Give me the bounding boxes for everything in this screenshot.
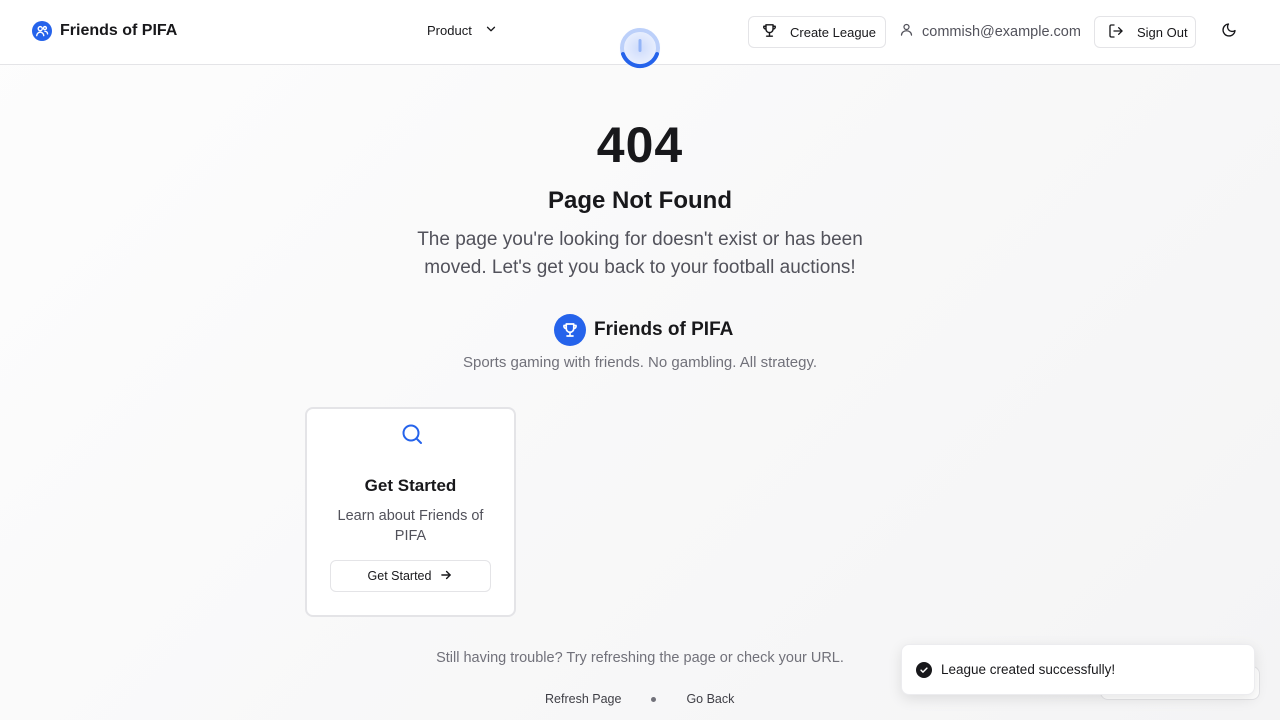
error-code: 404 bbox=[596, 117, 684, 173]
product-menu[interactable]: Product bbox=[427, 22, 498, 39]
success-toast[interactable]: League created successfully! bbox=[901, 644, 1255, 695]
brand-link[interactable]: Friends of PIFA bbox=[32, 21, 177, 41]
log-out-icon bbox=[1108, 23, 1124, 42]
moon-icon bbox=[1221, 22, 1237, 43]
create-league-label: Create League bbox=[790, 24, 877, 40]
users-icon bbox=[32, 21, 52, 41]
trophy-icon bbox=[761, 22, 778, 42]
search-icon bbox=[400, 422, 424, 446]
card-title: Get Started bbox=[364, 476, 457, 495]
check-circle-icon bbox=[916, 661, 932, 678]
page-title: Page Not Found bbox=[548, 187, 732, 214]
page-description: The page you're looking for doesn't exis… bbox=[417, 229, 863, 278]
trophy-icon bbox=[554, 314, 586, 346]
brand-block: Friends of PIFA bbox=[554, 314, 733, 346]
user-account: commish@example.com bbox=[899, 22, 1081, 41]
get-started-button[interactable]: Get Started bbox=[330, 560, 491, 592]
arrow-right-icon bbox=[439, 568, 453, 585]
user-email: commish@example.com bbox=[922, 23, 1081, 40]
get-started-label: Get Started bbox=[367, 569, 432, 583]
separator-dot bbox=[651, 696, 657, 702]
brand-block-name: Friends of PIFA bbox=[594, 319, 734, 340]
product-menu-label: Product bbox=[427, 23, 472, 38]
get-started-card: Get Started Learn about Friends of PIFA … bbox=[305, 407, 516, 617]
theme-toggle-button[interactable] bbox=[1218, 21, 1240, 43]
toast-message: League created successfully! bbox=[941, 662, 1116, 677]
sign-out-button[interactable]: Sign Out bbox=[1094, 16, 1196, 48]
create-league-button[interactable]: Create League bbox=[748, 16, 886, 48]
refresh-page-link[interactable]: Refresh Page bbox=[545, 692, 621, 706]
sign-out-label: Sign Out bbox=[1137, 24, 1188, 40]
loading-spinner-icon bbox=[616, 24, 664, 72]
card-description: Learn about Friends of PIFA bbox=[337, 508, 484, 544]
go-back-link[interactable]: Go Back bbox=[686, 692, 734, 706]
tagline: Sports gaming with friends. No gambling.… bbox=[462, 354, 818, 371]
user-icon bbox=[899, 22, 914, 41]
brand-name: Friends of PIFA bbox=[60, 22, 178, 39]
footer-links: Refresh Page Go Back bbox=[545, 692, 734, 706]
chevron-down-icon bbox=[484, 22, 498, 39]
